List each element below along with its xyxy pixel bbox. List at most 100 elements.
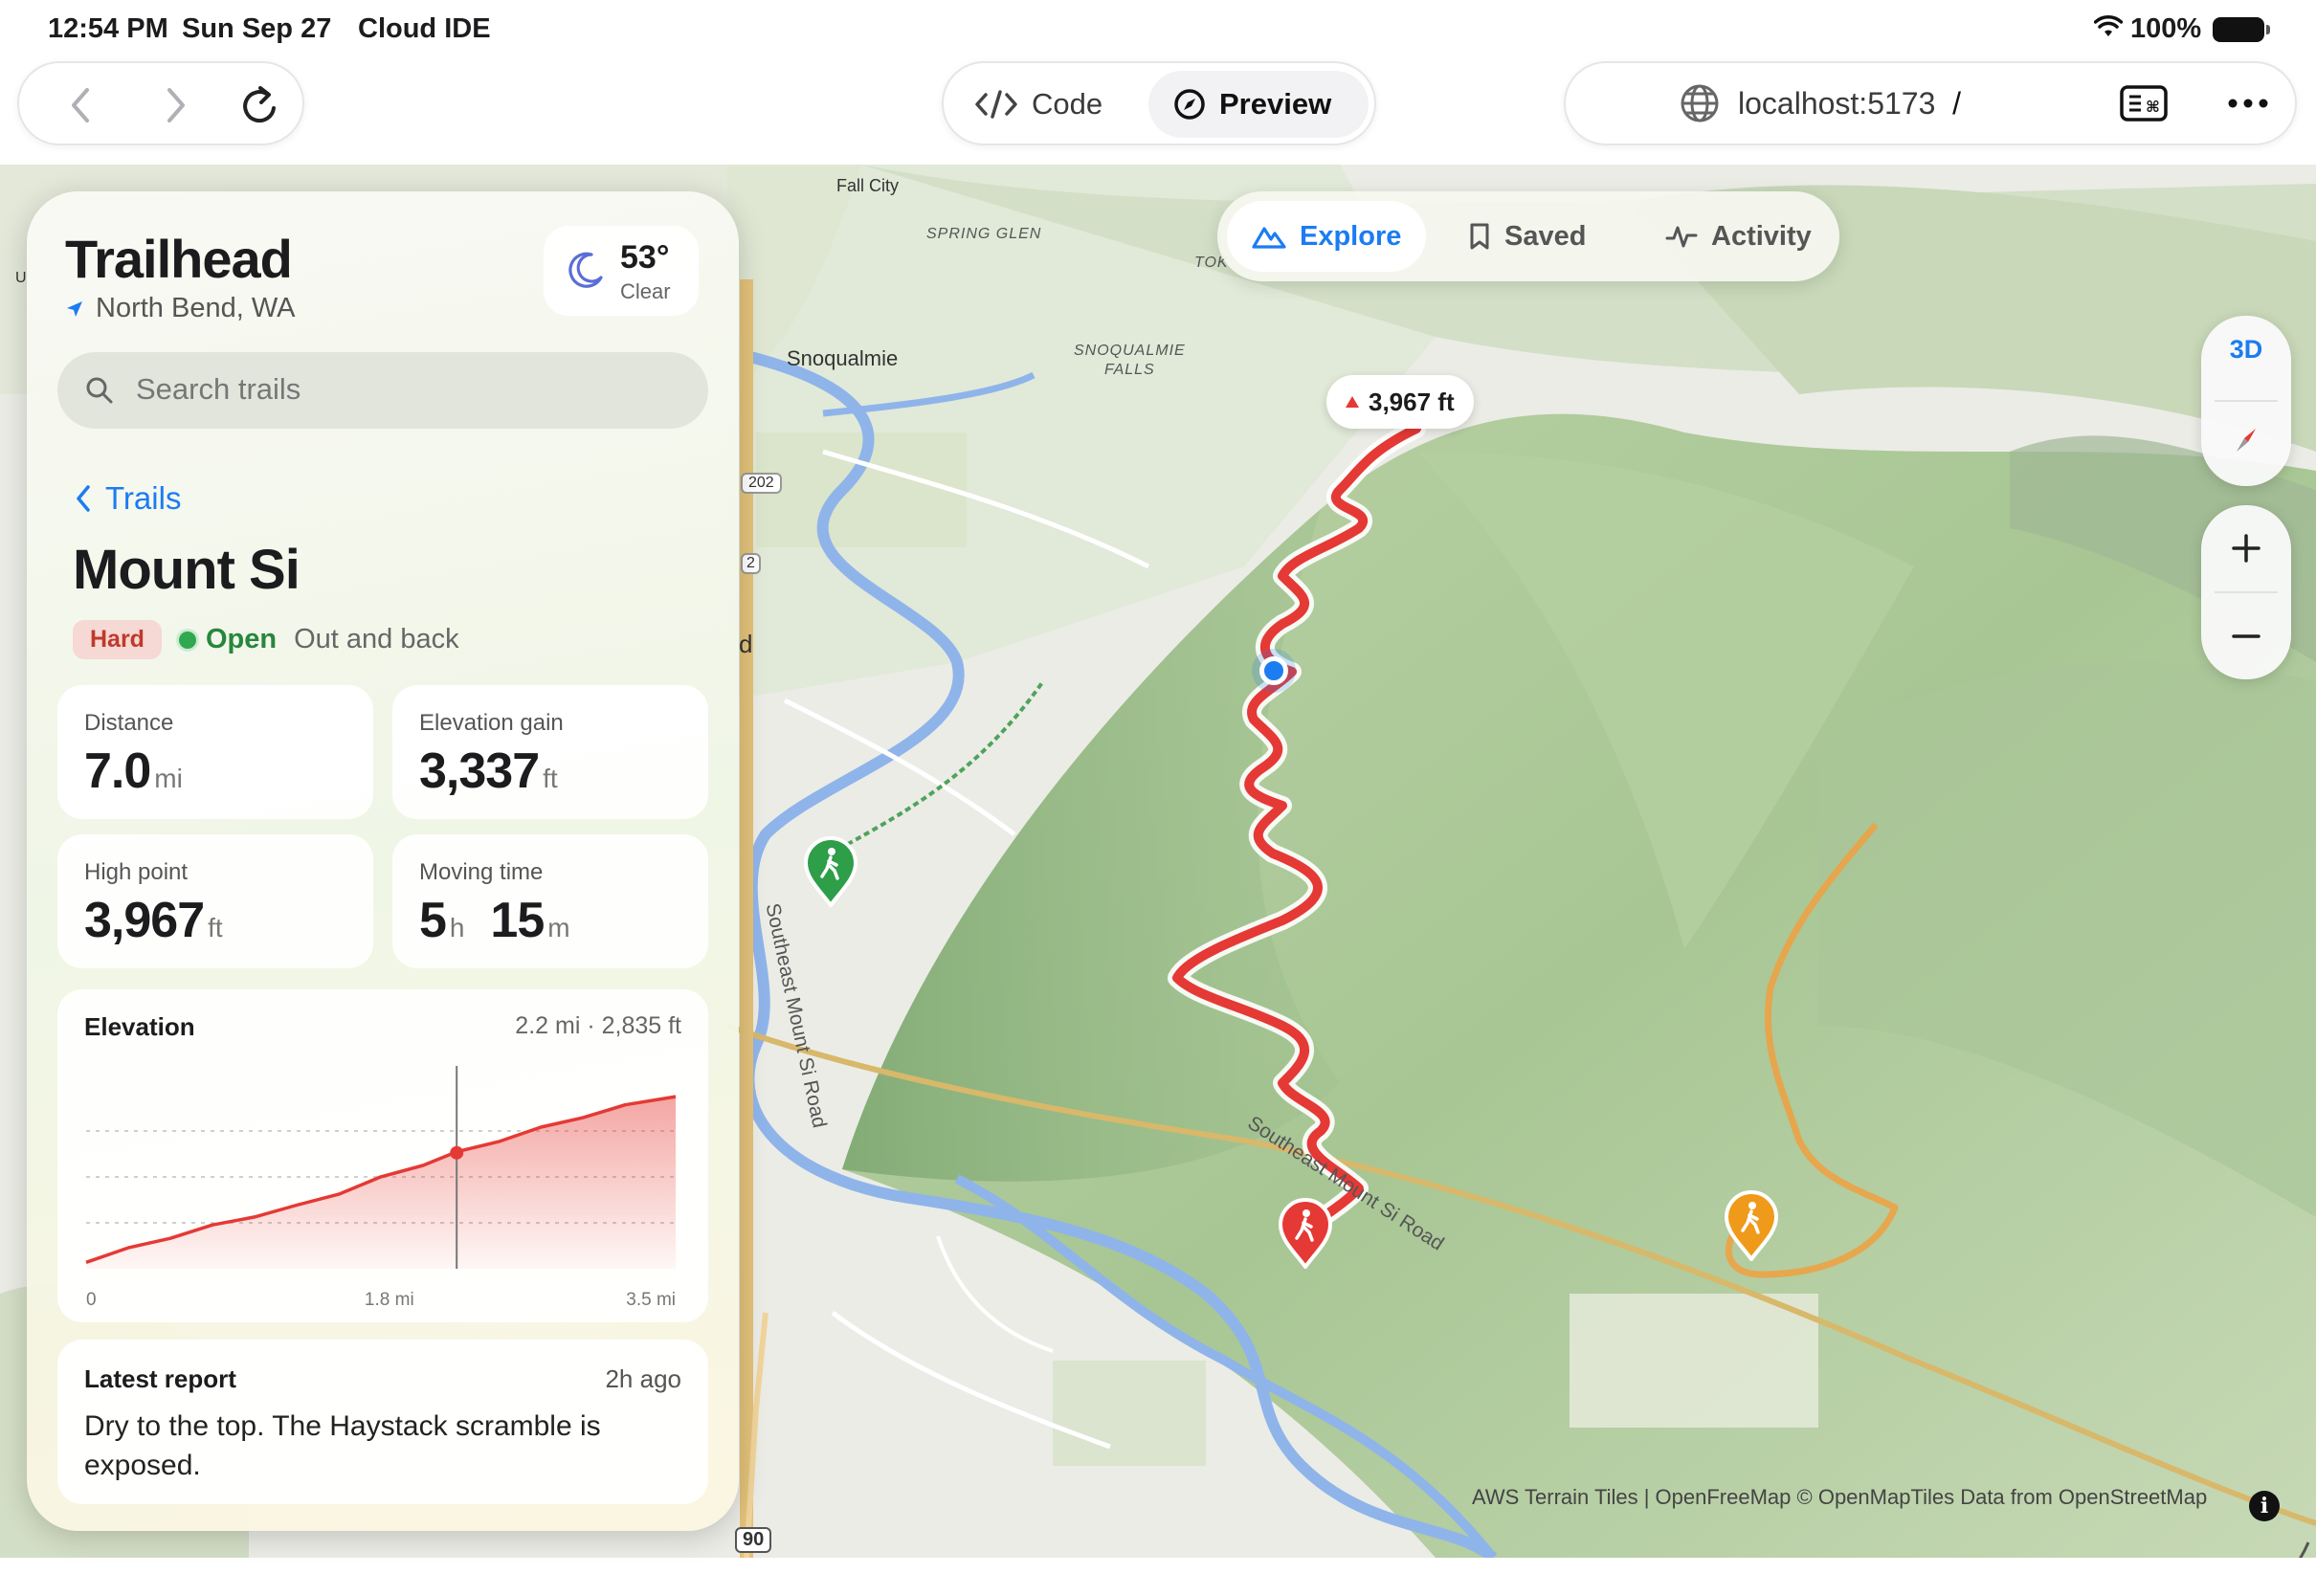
map-label-snoqualmie: Snoqualmie <box>787 346 899 370</box>
more-options-icon[interactable] <box>2224 82 2272 129</box>
trail-status-label: Open <box>205 624 278 654</box>
url-text: localhost:5173 / <box>1738 86 1962 121</box>
peak-elevation-value: 3,967 ft <box>1369 387 1455 416</box>
trailhead-marker-red[interactable] <box>1277 1196 1334 1274</box>
stat-label: High point <box>84 859 189 885</box>
report-body: Dry to the top. The Haystack scramble is… <box>84 1410 601 1481</box>
moon-icon <box>565 249 607 296</box>
status-time: 12:54 PM <box>48 13 168 44</box>
address-bar[interactable]: localhost:5173 / ⌘ <box>1564 61 2297 145</box>
info-icon[interactable]: i <box>2249 1491 2280 1521</box>
weather-condition: Clear <box>620 279 671 303</box>
location-text: North Bend, WA <box>96 293 296 323</box>
current-location-marker <box>1259 656 1288 685</box>
reload-button[interactable] <box>232 77 289 134</box>
stat-value: 5h 15 m <box>419 893 570 948</box>
report-time: 2h ago <box>605 1364 681 1393</box>
tab-activity[interactable]: Activity <box>1640 201 1837 272</box>
x-tick-label: 3.5 mi <box>626 1290 676 1310</box>
status-app-name: Cloud IDE <box>358 13 491 44</box>
location-row: North Bend, WA <box>65 293 295 324</box>
view-controls: 3D <box>2201 316 2291 486</box>
weather-temperature: 53° <box>620 239 670 276</box>
zoom-controls <box>2201 505 2291 679</box>
preview-mode-label: Preview <box>1219 87 1332 121</box>
stat-distance: Distance 7.0 mi <box>57 685 373 819</box>
tab-saved-label: Saved <box>1504 220 1587 252</box>
plus-icon <box>2232 534 2260 563</box>
stat-moving-time: Moving time 5h 15 m <box>392 834 708 968</box>
stat-label: Moving time <box>419 859 544 885</box>
keyboard-shortcuts-icon[interactable]: ⌘ <box>2119 82 2169 129</box>
activity-icon <box>1665 226 1698 248</box>
search-bar <box>57 352 708 429</box>
toggle-3d-button[interactable]: 3D <box>2201 335 2291 365</box>
latest-report-card: Latest report 2h ago Dry to the top. The… <box>57 1340 708 1504</box>
compass-icon <box>1174 89 1205 120</box>
elevation-cursor-dot <box>450 1145 464 1160</box>
x-tick-label: 0 <box>86 1290 97 1310</box>
trail-status: Open <box>178 624 278 655</box>
stat-label: Distance <box>84 710 174 736</box>
app-title: Trailhead <box>65 229 293 289</box>
minus-icon <box>2232 634 2260 638</box>
navigation-controls <box>17 61 304 145</box>
peak-elevation-badge: 3,967 ft <box>1326 375 1474 429</box>
stat-elevation-gain: Elevation gain 3,337 ft <box>392 685 708 819</box>
code-mode-label: Code <box>1032 87 1103 121</box>
map-label-falls: FALLS <box>1104 362 1155 378</box>
status-dot-icon <box>178 631 196 649</box>
search-icon <box>82 373 117 412</box>
stat-value: 7.0 mi <box>84 743 183 799</box>
route-type: Out and back <box>294 624 459 654</box>
chevron-left-icon <box>77 485 90 512</box>
highway-shield: 2 <box>741 553 761 574</box>
status-date: Sun Sep 27 <box>182 13 332 44</box>
report-title: Latest report <box>84 1364 236 1393</box>
difficulty-badge: Hard <box>73 620 162 659</box>
back-to-trails-link[interactable]: Trails <box>75 480 181 517</box>
tab-activity-label: Activity <box>1711 220 1812 252</box>
zoom-in-button[interactable] <box>2201 505 2291 591</box>
preview-mode-button[interactable]: Preview <box>1148 71 1369 138</box>
globe-icon <box>1679 82 1721 129</box>
zoom-out-button[interactable] <box>2201 593 2291 679</box>
interstate-90-shield: 90 <box>735 1527 772 1553</box>
search-input[interactable] <box>136 366 672 413</box>
mountain-icon <box>1252 227 1286 249</box>
compass-needle-icon <box>2237 429 2256 452</box>
trail-name: Mount Si <box>73 539 301 601</box>
code-mode-button[interactable]: Code <box>949 71 1127 138</box>
back-button[interactable] <box>52 77 109 134</box>
elevation-area <box>86 1097 676 1269</box>
wifi-icon <box>2093 15 2124 43</box>
location-arrow-icon <box>67 300 82 317</box>
elevation-card: Elevation 2.2 mi · 2,835 ft 0 1.8 mi 3.5… <box>57 989 708 1322</box>
map-label-edge-left: U <box>15 270 27 286</box>
highway-202-shield: 202 <box>741 473 782 494</box>
battery-icon <box>2213 17 2270 42</box>
map-attribution: AWS Terrain Tiles | OpenFreeMap © OpenMa… <box>1472 1485 2208 1509</box>
trailhead-marker-green[interactable] <box>802 834 859 912</box>
stat-label: Elevation gain <box>419 710 564 736</box>
tab-saved[interactable]: Saved <box>1443 201 1611 272</box>
peak-triangle-icon <box>1346 396 1359 408</box>
weather-widget: 53° Clear <box>544 226 699 316</box>
tab-explore[interactable]: Explore <box>1227 201 1427 272</box>
back-label: Trails <box>105 480 182 516</box>
map-label-edge: d <box>739 630 753 658</box>
view-mode-switcher: Code Preview <box>942 61 1376 145</box>
map-label-snoqualmie-falls: SNOQUALMIE <box>1074 343 1186 359</box>
map-label-fall-city: Fall City <box>836 176 900 195</box>
compass-button[interactable] <box>2227 421 2265 464</box>
stat-value: 3,967 ft <box>84 893 223 948</box>
elevation-chart[interactable]: 0 1.8 mi 3.5 mi <box>57 989 708 1322</box>
map-label-spring-glen: SPRING GLEN <box>926 226 1042 242</box>
x-tick-label: 1.8 mi <box>365 1290 414 1310</box>
trail-badges: Hard Open Out and back <box>73 620 459 659</box>
bookmark-icon <box>1470 223 1489 250</box>
tab-explore-label: Explore <box>1300 220 1402 252</box>
trail-detail-panel: Trailhead North Bend, WA 53° Clear Trail… <box>27 191 739 1531</box>
trailhead-marker-orange[interactable] <box>1723 1188 1780 1266</box>
forward-button[interactable] <box>147 77 205 134</box>
